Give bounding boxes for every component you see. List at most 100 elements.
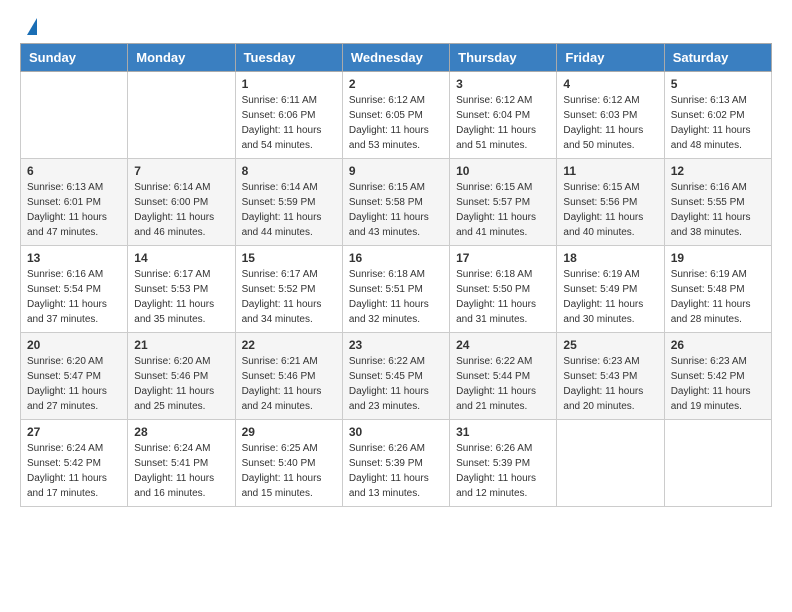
day-number: 4: [563, 77, 657, 91]
day-info: Sunrise: 6:16 AM Sunset: 5:54 PM Dayligh…: [27, 267, 121, 327]
calendar-day-cell: 12 Sunrise: 6:16 AM Sunset: 5:55 PM Dayli…: [664, 159, 771, 246]
calendar-week-row: 27 Sunrise: 6:24 AM Sunset: 5:42 PM Dayli…: [21, 420, 772, 507]
day-info: Sunrise: 6:17 AM Sunset: 5:53 PM Dayligh…: [134, 267, 228, 327]
day-number: 14: [134, 251, 228, 265]
day-number: 13: [27, 251, 121, 265]
calendar-day-cell: 15 Sunrise: 6:17 AM Sunset: 5:52 PM Dayli…: [235, 246, 342, 333]
day-info: Sunrise: 6:25 AM Sunset: 5:40 PM Dayligh…: [242, 441, 336, 501]
calendar-day-cell: [128, 72, 235, 159]
day-number: 6: [27, 164, 121, 178]
calendar-day-cell: 13 Sunrise: 6:16 AM Sunset: 5:54 PM Dayli…: [21, 246, 128, 333]
calendar-table: SundayMondayTuesdayWednesdayThursdayFrid…: [20, 43, 772, 507]
day-info: Sunrise: 6:19 AM Sunset: 5:48 PM Dayligh…: [671, 267, 765, 327]
page-header: [0, 0, 792, 43]
calendar-day-cell: 6 Sunrise: 6:13 AM Sunset: 6:01 PM Daylig…: [21, 159, 128, 246]
day-info: Sunrise: 6:11 AM Sunset: 6:06 PM Dayligh…: [242, 93, 336, 153]
calendar-day-cell: 10 Sunrise: 6:15 AM Sunset: 5:57 PM Dayli…: [450, 159, 557, 246]
calendar-day-cell: 17 Sunrise: 6:18 AM Sunset: 5:50 PM Dayli…: [450, 246, 557, 333]
calendar-day-cell: 25 Sunrise: 6:23 AM Sunset: 5:43 PM Dayli…: [557, 333, 664, 420]
day-number: 28: [134, 425, 228, 439]
day-info: Sunrise: 6:12 AM Sunset: 6:04 PM Dayligh…: [456, 93, 550, 153]
calendar-day-cell: [557, 420, 664, 507]
day-number: 1: [242, 77, 336, 91]
day-number: 26: [671, 338, 765, 352]
calendar-day-cell: [664, 420, 771, 507]
day-info: Sunrise: 6:16 AM Sunset: 5:55 PM Dayligh…: [671, 180, 765, 240]
day-number: 10: [456, 164, 550, 178]
day-number: 20: [27, 338, 121, 352]
day-number: 29: [242, 425, 336, 439]
weekday-header-cell: Friday: [557, 44, 664, 72]
weekday-header-cell: Wednesday: [342, 44, 449, 72]
day-number: 19: [671, 251, 765, 265]
calendar-day-cell: 31Sunrise: 6:26 AM Sunset: 5:39 PM Dayli…: [450, 420, 557, 507]
day-info: Sunrise: 6:17 AM Sunset: 5:52 PM Dayligh…: [242, 267, 336, 327]
day-number: 21: [134, 338, 228, 352]
calendar-day-cell: 20 Sunrise: 6:20 AM Sunset: 5:47 PM Dayli…: [21, 333, 128, 420]
day-info: Sunrise: 6:18 AM Sunset: 5:51 PM Dayligh…: [349, 267, 443, 327]
calendar-day-cell: 3 Sunrise: 6:12 AM Sunset: 6:04 PM Daylig…: [450, 72, 557, 159]
day-info: Sunrise: 6:15 AM Sunset: 5:57 PM Dayligh…: [456, 180, 550, 240]
day-number: 2: [349, 77, 443, 91]
calendar-day-cell: 21 Sunrise: 6:20 AM Sunset: 5:46 PM Dayli…: [128, 333, 235, 420]
day-info: Sunrise: 6:24 AM Sunset: 5:42 PM Dayligh…: [27, 441, 121, 501]
day-number: 11: [563, 164, 657, 178]
calendar-day-cell: 29 Sunrise: 6:25 AM Sunset: 5:40 PM Dayli…: [235, 420, 342, 507]
day-number: 23: [349, 338, 443, 352]
weekday-header-cell: Tuesday: [235, 44, 342, 72]
calendar-day-cell: 30Sunrise: 6:26 AM Sunset: 5:39 PM Dayli…: [342, 420, 449, 507]
day-number: 3: [456, 77, 550, 91]
day-number: 7: [134, 164, 228, 178]
weekday-header-cell: Saturday: [664, 44, 771, 72]
day-number: 27: [27, 425, 121, 439]
day-number: 15: [242, 251, 336, 265]
calendar-day-cell: 2 Sunrise: 6:12 AM Sunset: 6:05 PM Daylig…: [342, 72, 449, 159]
day-info: Sunrise: 6:13 AM Sunset: 6:02 PM Dayligh…: [671, 93, 765, 153]
calendar-week-row: 6 Sunrise: 6:13 AM Sunset: 6:01 PM Daylig…: [21, 159, 772, 246]
day-number: 5: [671, 77, 765, 91]
day-number: 25: [563, 338, 657, 352]
day-info: Sunrise: 6:22 AM Sunset: 5:44 PM Dayligh…: [456, 354, 550, 414]
day-number: 22: [242, 338, 336, 352]
day-info: Sunrise: 6:12 AM Sunset: 6:05 PM Dayligh…: [349, 93, 443, 153]
calendar-day-cell: 26 Sunrise: 6:23 AM Sunset: 5:42 PM Dayli…: [664, 333, 771, 420]
weekday-header-row: SundayMondayTuesdayWednesdayThursdayFrid…: [21, 44, 772, 72]
day-info: Sunrise: 6:15 AM Sunset: 5:58 PM Dayligh…: [349, 180, 443, 240]
calendar-day-cell: 18Sunrise: 6:19 AM Sunset: 5:49 PM Dayli…: [557, 246, 664, 333]
day-info: Sunrise: 6:26 AM Sunset: 5:39 PM Dayligh…: [456, 441, 550, 501]
calendar-day-cell: 9 Sunrise: 6:15 AM Sunset: 5:58 PM Daylig…: [342, 159, 449, 246]
calendar-day-cell: 5 Sunrise: 6:13 AM Sunset: 6:02 PM Daylig…: [664, 72, 771, 159]
day-info: Sunrise: 6:24 AM Sunset: 5:41 PM Dayligh…: [134, 441, 228, 501]
calendar-body: 1 Sunrise: 6:11 AM Sunset: 6:06 PM Daylig…: [21, 72, 772, 507]
calendar-day-cell: 7 Sunrise: 6:14 AM Sunset: 6:00 PM Daylig…: [128, 159, 235, 246]
calendar-day-cell: 19 Sunrise: 6:19 AM Sunset: 5:48 PM Dayli…: [664, 246, 771, 333]
day-info: Sunrise: 6:20 AM Sunset: 5:47 PM Dayligh…: [27, 354, 121, 414]
calendar-day-cell: 22 Sunrise: 6:21 AM Sunset: 5:46 PM Dayli…: [235, 333, 342, 420]
day-info: Sunrise: 6:20 AM Sunset: 5:46 PM Dayligh…: [134, 354, 228, 414]
day-number: 17: [456, 251, 550, 265]
calendar-week-row: 13 Sunrise: 6:16 AM Sunset: 5:54 PM Dayli…: [21, 246, 772, 333]
day-number: 16: [349, 251, 443, 265]
calendar-day-cell: [21, 72, 128, 159]
day-number: 18: [563, 251, 657, 265]
calendar-week-row: 20 Sunrise: 6:20 AM Sunset: 5:47 PM Dayli…: [21, 333, 772, 420]
calendar-day-cell: 28 Sunrise: 6:24 AM Sunset: 5:41 PM Dayli…: [128, 420, 235, 507]
day-number: 8: [242, 164, 336, 178]
calendar-day-cell: 1 Sunrise: 6:11 AM Sunset: 6:06 PM Daylig…: [235, 72, 342, 159]
day-info: Sunrise: 6:23 AM Sunset: 5:42 PM Dayligh…: [671, 354, 765, 414]
day-number: 9: [349, 164, 443, 178]
calendar-day-cell: 11Sunrise: 6:15 AM Sunset: 5:56 PM Dayli…: [557, 159, 664, 246]
logo-triangle-icon: [27, 18, 37, 35]
day-info: Sunrise: 6:18 AM Sunset: 5:50 PM Dayligh…: [456, 267, 550, 327]
weekday-header-cell: Sunday: [21, 44, 128, 72]
day-info: Sunrise: 6:14 AM Sunset: 5:59 PM Dayligh…: [242, 180, 336, 240]
calendar-day-cell: 4Sunrise: 6:12 AM Sunset: 6:03 PM Daylig…: [557, 72, 664, 159]
day-number: 12: [671, 164, 765, 178]
day-info: Sunrise: 6:13 AM Sunset: 6:01 PM Dayligh…: [27, 180, 121, 240]
calendar-day-cell: 14 Sunrise: 6:17 AM Sunset: 5:53 PM Dayli…: [128, 246, 235, 333]
day-number: 24: [456, 338, 550, 352]
day-info: Sunrise: 6:21 AM Sunset: 5:46 PM Dayligh…: [242, 354, 336, 414]
day-info: Sunrise: 6:23 AM Sunset: 5:43 PM Dayligh…: [563, 354, 657, 414]
day-info: Sunrise: 6:26 AM Sunset: 5:39 PM Dayligh…: [349, 441, 443, 501]
day-info: Sunrise: 6:14 AM Sunset: 6:00 PM Dayligh…: [134, 180, 228, 240]
